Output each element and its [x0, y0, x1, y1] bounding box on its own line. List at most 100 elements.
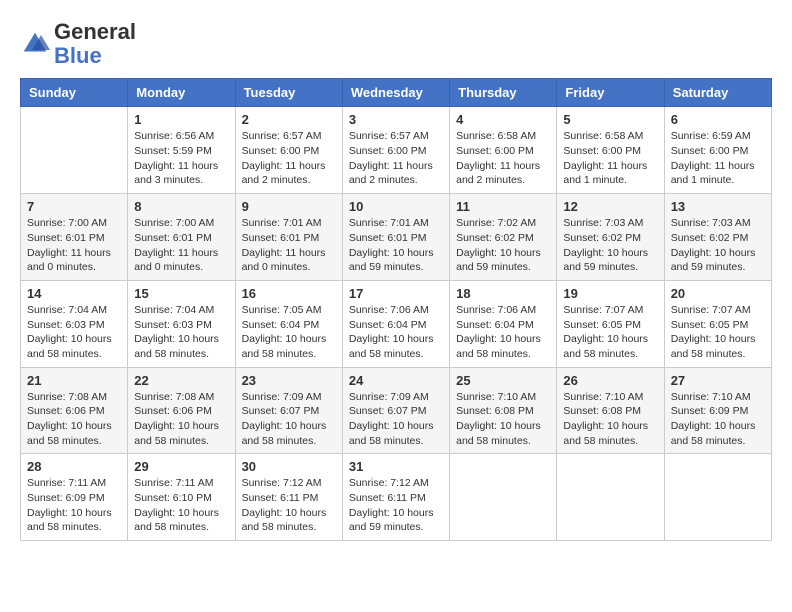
- day-number: 31: [349, 459, 443, 474]
- day-number: 23: [242, 373, 336, 388]
- calendar-week-1: 1 Sunrise: 6:56 AMSunset: 5:59 PMDaylight…: [21, 107, 772, 194]
- day-header-friday: Friday: [557, 79, 664, 107]
- calendar-cell: 6 Sunrise: 6:59 AMSunset: 6:00 PMDaylight…: [664, 107, 771, 194]
- calendar-cell: 24 Sunrise: 7:09 AMSunset: 6:07 PMDayligh…: [342, 367, 449, 454]
- calendar-cell: 9 Sunrise: 7:01 AMSunset: 6:01 PMDaylight…: [235, 194, 342, 281]
- calendar-cell: 7 Sunrise: 7:00 AMSunset: 6:01 PMDaylight…: [21, 194, 128, 281]
- calendar-header-row: SundayMondayTuesdayWednesdayThursdayFrid…: [21, 79, 772, 107]
- cell-content: Sunrise: 6:57 AMSunset: 6:00 PMDaylight:…: [349, 129, 443, 188]
- day-header-saturday: Saturday: [664, 79, 771, 107]
- calendar-cell: [21, 107, 128, 194]
- day-header-tuesday: Tuesday: [235, 79, 342, 107]
- cell-content: Sunrise: 7:01 AMSunset: 6:01 PMDaylight:…: [242, 216, 336, 275]
- calendar-cell: 23 Sunrise: 7:09 AMSunset: 6:07 PMDayligh…: [235, 367, 342, 454]
- day-number: 19: [563, 286, 657, 301]
- day-number: 14: [27, 286, 121, 301]
- cell-content: Sunrise: 7:11 AMSunset: 6:10 PMDaylight:…: [134, 476, 228, 535]
- day-number: 7: [27, 199, 121, 214]
- calendar-cell: 19 Sunrise: 7:07 AMSunset: 6:05 PMDayligh…: [557, 280, 664, 367]
- day-number: 21: [27, 373, 121, 388]
- cell-content: Sunrise: 7:03 AMSunset: 6:02 PMDaylight:…: [563, 216, 657, 275]
- calendar-cell: 8 Sunrise: 7:00 AMSunset: 6:01 PMDaylight…: [128, 194, 235, 281]
- cell-content: Sunrise: 7:09 AMSunset: 6:07 PMDaylight:…: [349, 390, 443, 449]
- cell-content: Sunrise: 7:04 AMSunset: 6:03 PMDaylight:…: [134, 303, 228, 362]
- cell-content: Sunrise: 7:08 AMSunset: 6:06 PMDaylight:…: [134, 390, 228, 449]
- cell-content: Sunrise: 6:58 AMSunset: 6:00 PMDaylight:…: [456, 129, 550, 188]
- day-number: 5: [563, 112, 657, 127]
- calendar-cell: 18 Sunrise: 7:06 AMSunset: 6:04 PMDayligh…: [450, 280, 557, 367]
- calendar-cell: 16 Sunrise: 7:05 AMSunset: 6:04 PMDayligh…: [235, 280, 342, 367]
- cell-content: Sunrise: 7:07 AMSunset: 6:05 PMDaylight:…: [671, 303, 765, 362]
- cell-content: Sunrise: 7:09 AMSunset: 6:07 PMDaylight:…: [242, 390, 336, 449]
- calendar-cell: 31 Sunrise: 7:12 AMSunset: 6:11 PMDayligh…: [342, 454, 449, 541]
- calendar-cell: 14 Sunrise: 7:04 AMSunset: 6:03 PMDayligh…: [21, 280, 128, 367]
- cell-content: Sunrise: 7:08 AMSunset: 6:06 PMDaylight:…: [27, 390, 121, 449]
- calendar-cell: 28 Sunrise: 7:11 AMSunset: 6:09 PMDayligh…: [21, 454, 128, 541]
- cell-content: Sunrise: 7:07 AMSunset: 6:05 PMDaylight:…: [563, 303, 657, 362]
- day-number: 22: [134, 373, 228, 388]
- day-number: 30: [242, 459, 336, 474]
- day-number: 29: [134, 459, 228, 474]
- calendar-cell: 12 Sunrise: 7:03 AMSunset: 6:02 PMDayligh…: [557, 194, 664, 281]
- cell-content: Sunrise: 7:12 AMSunset: 6:11 PMDaylight:…: [349, 476, 443, 535]
- calendar-week-5: 28 Sunrise: 7:11 AMSunset: 6:09 PMDayligh…: [21, 454, 772, 541]
- day-number: 3: [349, 112, 443, 127]
- calendar-cell: 11 Sunrise: 7:02 AMSunset: 6:02 PMDayligh…: [450, 194, 557, 281]
- cell-content: Sunrise: 7:10 AMSunset: 6:08 PMDaylight:…: [563, 390, 657, 449]
- calendar-cell: 27 Sunrise: 7:10 AMSunset: 6:09 PMDayligh…: [664, 367, 771, 454]
- calendar-week-3: 14 Sunrise: 7:04 AMSunset: 6:03 PMDayligh…: [21, 280, 772, 367]
- day-number: 10: [349, 199, 443, 214]
- day-number: 15: [134, 286, 228, 301]
- cell-content: Sunrise: 7:06 AMSunset: 6:04 PMDaylight:…: [456, 303, 550, 362]
- day-number: 8: [134, 199, 228, 214]
- cell-content: Sunrise: 7:05 AMSunset: 6:04 PMDaylight:…: [242, 303, 336, 362]
- day-number: 28: [27, 459, 121, 474]
- logo-text: GeneralBlue: [54, 20, 136, 68]
- calendar-cell: 30Sunrise: 7:12 AMSunset: 6:11 PMDayligh…: [235, 454, 342, 541]
- day-number: 26: [563, 373, 657, 388]
- day-number: 18: [456, 286, 550, 301]
- calendar-cell: 10 Sunrise: 7:01 AMSunset: 6:01 PMDayligh…: [342, 194, 449, 281]
- cell-content: Sunrise: 7:10 AMSunset: 6:09 PMDaylight:…: [671, 390, 765, 449]
- cell-content: Sunrise: 7:02 AMSunset: 6:02 PMDaylight:…: [456, 216, 550, 275]
- day-header-monday: Monday: [128, 79, 235, 107]
- day-number: 12: [563, 199, 657, 214]
- calendar-cell: 15 Sunrise: 7:04 AMSunset: 6:03 PMDayligh…: [128, 280, 235, 367]
- day-number: 6: [671, 112, 765, 127]
- day-number: 9: [242, 199, 336, 214]
- calendar-week-2: 7 Sunrise: 7:00 AMSunset: 6:01 PMDaylight…: [21, 194, 772, 281]
- day-number: 17: [349, 286, 443, 301]
- calendar-cell: 5Sunrise: 6:58 AMSunset: 6:00 PMDaylight…: [557, 107, 664, 194]
- day-header-sunday: Sunday: [21, 79, 128, 107]
- calendar-cell: 2Sunrise: 6:57 AMSunset: 6:00 PMDaylight…: [235, 107, 342, 194]
- day-number: 16: [242, 286, 336, 301]
- calendar-cell: 25Sunrise: 7:10 AMSunset: 6:08 PMDayligh…: [450, 367, 557, 454]
- cell-content: Sunrise: 7:04 AMSunset: 6:03 PMDaylight:…: [27, 303, 121, 362]
- calendar-cell: 22 Sunrise: 7:08 AMSunset: 6:06 PMDayligh…: [128, 367, 235, 454]
- calendar-week-4: 21 Sunrise: 7:08 AMSunset: 6:06 PMDayligh…: [21, 367, 772, 454]
- calendar-cell: [557, 454, 664, 541]
- logo: GeneralBlue: [20, 20, 136, 68]
- calendar-cell: [664, 454, 771, 541]
- calendar-table: SundayMondayTuesdayWednesdayThursdayFrid…: [20, 78, 772, 541]
- day-number: 1: [134, 112, 228, 127]
- calendar-cell: 3 Sunrise: 6:57 AMSunset: 6:00 PMDaylight…: [342, 107, 449, 194]
- day-number: 25: [456, 373, 550, 388]
- day-number: 2: [242, 112, 336, 127]
- day-number: 13: [671, 199, 765, 214]
- calendar-cell: [450, 454, 557, 541]
- day-number: 4: [456, 112, 550, 127]
- calendar-cell: 21 Sunrise: 7:08 AMSunset: 6:06 PMDayligh…: [21, 367, 128, 454]
- cell-content: Sunrise: 7:11 AMSunset: 6:09 PMDaylight:…: [27, 476, 121, 535]
- day-number: 24: [349, 373, 443, 388]
- cell-content: Sunrise: 6:56 AMSunset: 5:59 PMDaylight:…: [134, 129, 228, 188]
- cell-content: Sunrise: 7:06 AMSunset: 6:04 PMDaylight:…: [349, 303, 443, 362]
- cell-content: Sunrise: 6:59 AMSunset: 6:00 PMDaylight:…: [671, 129, 765, 188]
- day-number: 27: [671, 373, 765, 388]
- day-number: 11: [456, 199, 550, 214]
- calendar-cell: 20Sunrise: 7:07 AMSunset: 6:05 PMDayligh…: [664, 280, 771, 367]
- page-header: GeneralBlue: [20, 20, 772, 68]
- cell-content: Sunrise: 7:00 AMSunset: 6:01 PMDaylight:…: [134, 216, 228, 275]
- cell-content: Sunrise: 7:00 AMSunset: 6:01 PMDaylight:…: [27, 216, 121, 275]
- cell-content: Sunrise: 7:01 AMSunset: 6:01 PMDaylight:…: [349, 216, 443, 275]
